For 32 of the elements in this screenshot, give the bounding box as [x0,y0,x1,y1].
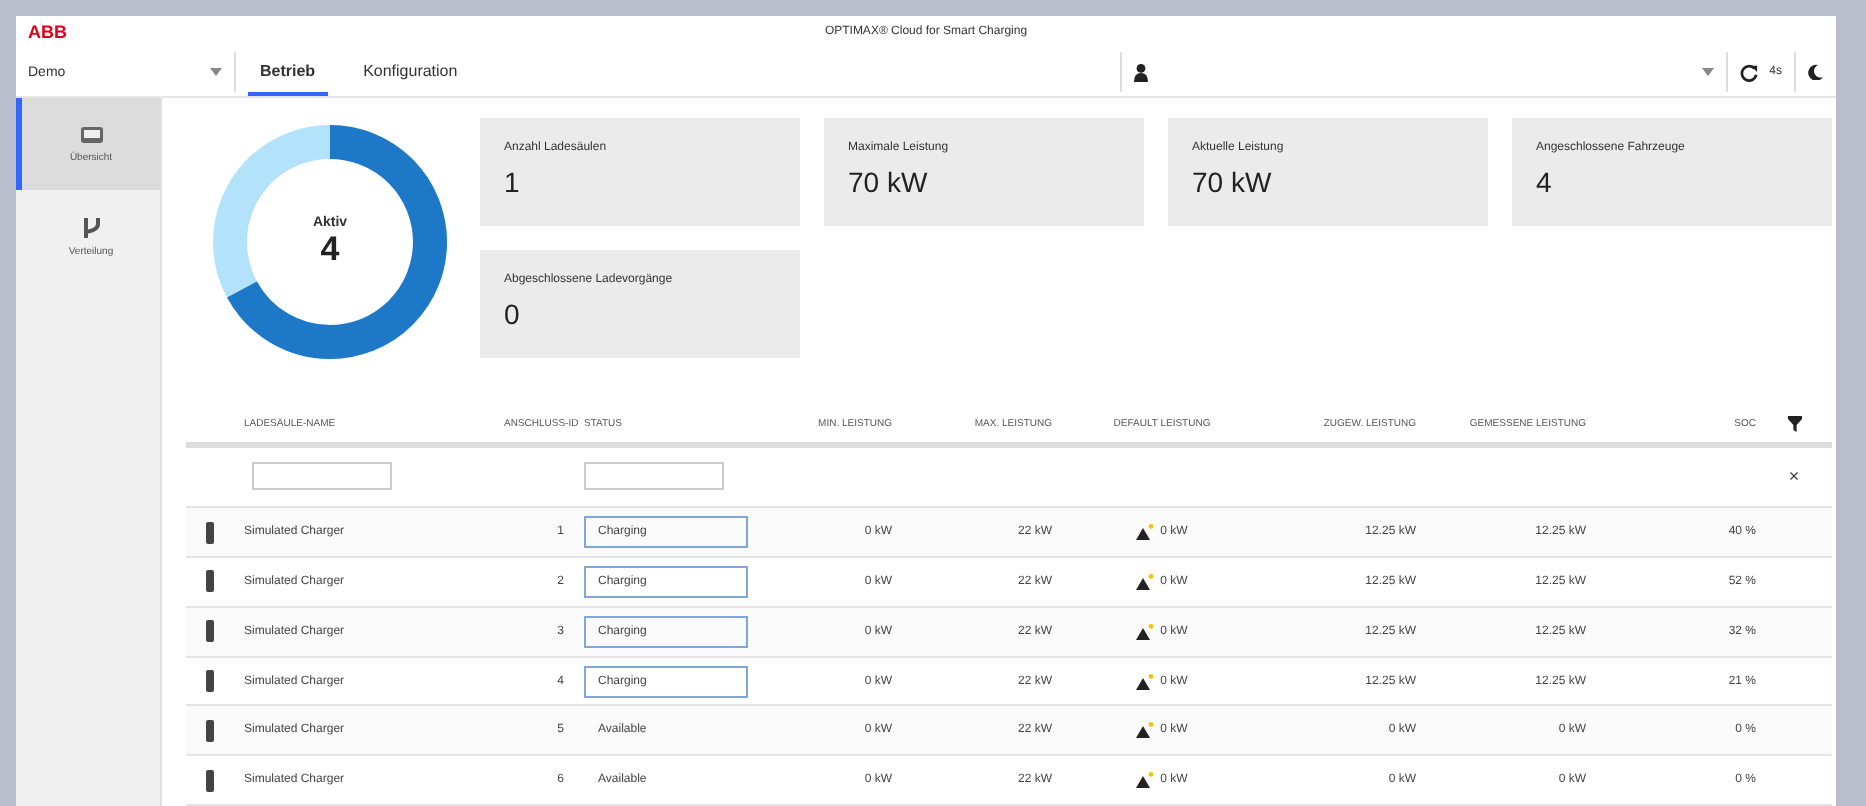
drag-handle-icon[interactable] [206,570,214,593]
card-value: 0 [504,298,522,330]
card-value: 70 kW [1192,166,1274,198]
name-filter-field[interactable] [252,462,392,491]
charger-icon [1136,623,1155,640]
drag-handle-icon[interactable] [206,719,214,742]
user-icon[interactable] [1133,63,1148,81]
caret-icon[interactable] [1701,68,1714,76]
moon-icon[interactable] [1808,64,1824,80]
donut-value: 4 [320,229,340,269]
filter-icon[interactable] [1787,415,1801,432]
card-value: 70 kW [848,166,930,198]
clear-filter-button[interactable]: × [1788,466,1800,487]
charger-icon [1136,573,1155,590]
branch-icon [81,215,101,239]
charger-icon [1136,673,1155,690]
drag-handle-icon[interactable] [206,620,214,643]
status-filter-field[interactable] [584,462,724,491]
nav-tab[interactable]: Betrieb [248,48,328,96]
logo: ABB [28,22,69,42]
drag-handle-icon[interactable] [206,769,214,792]
nav-tab[interactable]: Konfiguration [351,48,470,96]
drag-handle-icon[interactable] [206,670,214,693]
charger-icon [1136,772,1155,789]
caret-icon[interactable] [210,68,222,76]
charger-icon [1136,524,1155,541]
monitor-icon [79,125,103,145]
charger-icon [1136,722,1155,739]
drag-handle-icon[interactable] [206,521,214,544]
refresh-icon[interactable] [1739,63,1758,81]
card-value: 4 [1536,166,1554,198]
card-value: 1 [504,166,522,198]
